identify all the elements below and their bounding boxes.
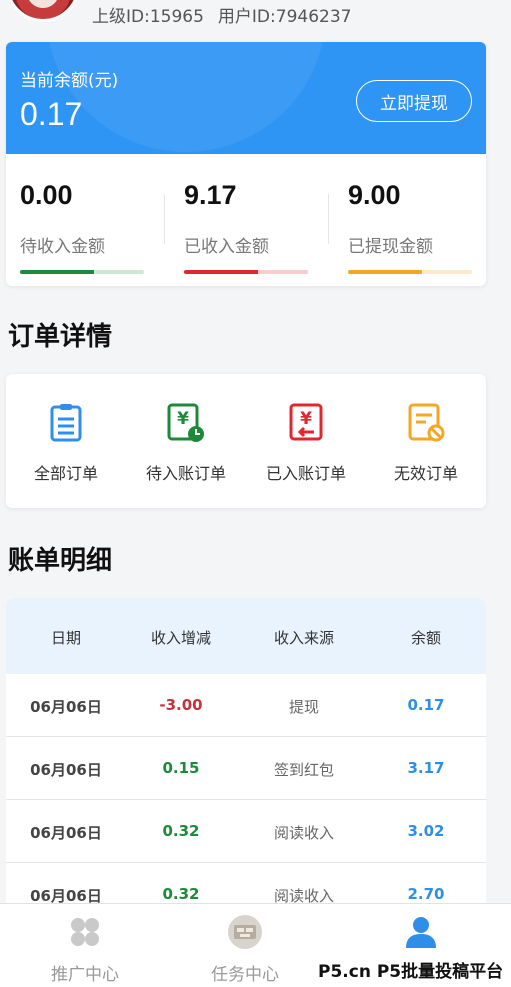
decorative-circle	[46, 42, 326, 152]
avatar[interactable]	[6, 0, 80, 22]
order-label: 无效订单	[393, 464, 458, 483]
cell-balance: 2.70	[407, 885, 445, 903]
cell-source: 签到红包	[273, 761, 334, 779]
cell-date: 06月06日	[30, 698, 102, 716]
balance-label: 当前余额(元)	[20, 71, 119, 91]
parent-id: 上级ID:15965	[92, 7, 204, 27]
order-all[interactable]: 全部订单	[6, 374, 126, 508]
balance-header: 当前余额(元) 0.17 立即提现	[6, 42, 486, 154]
nav-promotion[interactable]: 推广中心	[0, 904, 170, 987]
stat-label: 已收入金额	[184, 237, 269, 257]
stat-progress-fill	[348, 270, 423, 274]
order-received[interactable]: ¥ 已入账订单	[246, 374, 366, 508]
nav-label: 任务中心	[211, 965, 279, 985]
cell-change: 0.15	[162, 759, 200, 777]
pending-yuan-icon: ¥	[167, 403, 204, 442]
withdraw-button[interactable]: 立即提现	[356, 80, 472, 122]
stat-value: 9.00	[348, 180, 401, 210]
cell-date: 06月06日	[30, 761, 102, 779]
stat-pending: 0.00 待收入金额	[6, 154, 166, 286]
cell-change: 0.32	[162, 885, 200, 903]
task-icon	[228, 915, 262, 949]
received-yuan-icon: ¥	[289, 403, 323, 441]
user-ids: 上级ID:15965 用户ID:7946237	[92, 2, 351, 27]
header-change: 收入增减	[150, 629, 211, 647]
nav-label: 推广中心	[51, 965, 119, 985]
ledger-title: 账单明细	[8, 546, 113, 576]
watermark: P5.cn P5批量投稿平台	[318, 957, 504, 982]
cell-source: 阅读收入	[273, 824, 334, 842]
divider	[164, 194, 165, 244]
stat-label: 待收入金额	[20, 237, 105, 257]
orders-title: 订单详情	[8, 322, 113, 352]
stats-row: 0.00 待收入金额 9.17 已收入金额 9.00 已提现金额	[6, 154, 486, 286]
cell-change: 0.32	[162, 822, 200, 840]
user-id: 用户ID:7946237	[217, 7, 352, 27]
cell-source: 阅读收入	[273, 887, 334, 903]
stat-progress-bar	[184, 270, 308, 274]
nav-tasks[interactable]: 任务中心	[160, 904, 330, 987]
table-row[interactable]: 06月06日 -3.00 提现 0.17	[6, 674, 486, 737]
stat-received: 9.17 已收入金额	[170, 154, 330, 286]
user-icon	[406, 917, 436, 948]
stat-progress-bar	[348, 270, 472, 274]
table-row[interactable]: 06月06日 0.32 阅读收入 2.70	[6, 863, 486, 903]
order-label: 全部订单	[33, 464, 98, 483]
table-header: 日期 收入增减 收入来源 余额	[6, 598, 486, 674]
cell-balance: 3.17	[407, 759, 445, 777]
cell-date: 06月06日	[30, 824, 102, 842]
stat-progress-fill	[20, 270, 95, 274]
invalid-order-icon	[408, 403, 445, 442]
ledger-table: 日期 收入增减 收入来源 余额 06月06日 -3.00 提现 0.17 06月…	[6, 598, 486, 903]
header-balance: 余额	[410, 629, 441, 647]
stat-value: 0.00	[20, 180, 73, 210]
order-list-icon	[50, 404, 82, 442]
svg-text:¥: ¥	[300, 409, 312, 429]
stat-progress-bar	[20, 270, 144, 274]
stat-progress-fill	[184, 270, 259, 274]
stat-withdrawn: 9.00 已提现金额	[334, 154, 486, 286]
user-strip: 上级ID:15965 用户ID:7946237	[0, 0, 511, 30]
cell-source: 提现	[288, 698, 319, 716]
stat-label: 已提现金额	[348, 237, 433, 257]
balance-value: 0.17	[20, 96, 83, 132]
header-source: 收入来源	[273, 629, 334, 647]
table-row[interactable]: 06月06日 0.15 签到红包 3.17	[6, 737, 486, 800]
order-pending[interactable]: ¥ 待入账订单	[126, 374, 246, 508]
clover-icon	[71, 918, 99, 946]
order-invalid[interactable]: 无效订单	[366, 374, 486, 508]
balance-card: 当前余额(元) 0.17 立即提现 0.00 待收入金额 9.17 已收入金额 …	[6, 42, 486, 286]
table-row[interactable]: 06月06日 0.32 阅读收入 3.02	[6, 800, 486, 863]
order-card: 全部订单 ¥ 待入账订单 ¥ 已入账订单 无效订单	[6, 374, 486, 508]
stat-value: 9.17	[184, 180, 237, 210]
divider	[328, 194, 329, 244]
cell-change: -3.00	[159, 696, 203, 714]
cell-balance: 0.17	[407, 696, 445, 714]
order-label: 已入账订单	[265, 464, 346, 483]
cell-date: 06月06日	[30, 887, 102, 903]
cell-balance: 3.02	[407, 822, 445, 840]
svg-text:¥: ¥	[177, 409, 189, 429]
header-date: 日期	[50, 629, 81, 647]
order-label: 待入账订单	[145, 464, 226, 483]
